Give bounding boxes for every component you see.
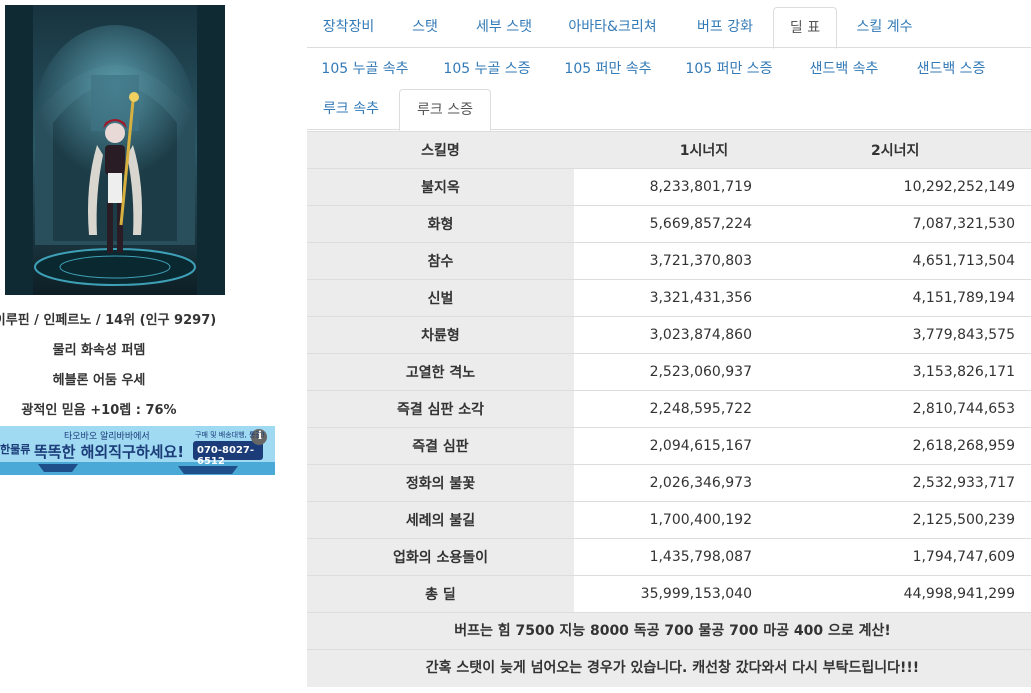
synergy2-value-cell: 1,794,747,609 bbox=[834, 538, 1031, 576]
profile-panel: 헤이루핀 / 인페르노 / 14위 (인구 9297) 물리 화속성 퍼뎀 헤블… bbox=[0, 0, 300, 693]
ad-brand: 한물류 bbox=[0, 443, 31, 456]
skill-name-cell: 화형 bbox=[307, 205, 574, 243]
table-row: 업화의 소용돌이 1,435,798,087 1,794,747,609 bbox=[307, 538, 1031, 576]
synergy2-value-cell: 3,153,826,171 bbox=[834, 353, 1031, 391]
info-icon[interactable]: i bbox=[255, 429, 265, 442]
tab-luke-sokchu[interactable]: 루크 속추 bbox=[307, 89, 395, 129]
ad-headline: 똑똑한 해외직구하세요! bbox=[34, 443, 185, 461]
table-row: 총 딜 35,999,153,040 44,998,941,299 bbox=[307, 575, 1031, 612]
column-header-synergy2: 2시너지 bbox=[834, 131, 1031, 169]
synergy2-value-cell: 7,087,321,530 bbox=[834, 205, 1031, 243]
tab-105-peoman-sokchu[interactable]: 105 퍼만 속추 bbox=[550, 49, 666, 89]
skill-name-cell: 총 딜 bbox=[307, 575, 574, 612]
synergy2-value-cell: 2,618,268,959 bbox=[834, 427, 1031, 465]
synergy1-value-cell: 35,999,153,040 bbox=[574, 575, 834, 612]
tab-105-peoman-seujeung[interactable]: 105 퍼만 스증 bbox=[671, 49, 787, 89]
table-row: 차륜형 3,023,874,860 3,779,843,575 bbox=[307, 316, 1031, 354]
synergy2-value-cell: 3,779,843,575 bbox=[834, 316, 1031, 354]
synergy1-value-cell: 8,233,801,719 bbox=[574, 168, 834, 206]
synergy2-value-cell: 4,651,713,504 bbox=[834, 242, 1031, 280]
tab-buff-enhance[interactable]: 버프 강화 bbox=[682, 7, 768, 47]
tab-sandbag-sokchu[interactable]: 샌드백 속추 bbox=[793, 49, 895, 89]
table-row: 불지옥 8,233,801,719 10,292,252,149 bbox=[307, 168, 1031, 206]
column-header-skill: 스킬명 bbox=[307, 131, 574, 169]
skill-name-cell: 신벌 bbox=[307, 279, 574, 317]
synergy2-value-cell: 2,125,500,239 bbox=[834, 501, 1031, 539]
tab-105-nugol-sokchu[interactable]: 105 누골 속추 bbox=[307, 49, 423, 89]
tab-sandbag-seujeung[interactable]: 샌드백 스증 bbox=[900, 49, 1002, 89]
buff-note: 버프는 힘 7500 지능 8000 독공 700 물공 700 마공 400 … bbox=[307, 612, 1031, 649]
table-row: 화형 5,669,857,224 7,087,321,530 bbox=[307, 205, 1031, 243]
synergy1-value-cell: 2,523,060,937 bbox=[574, 353, 834, 391]
skill-name-cell: 불지옥 bbox=[307, 168, 574, 206]
table-row: 고열한 격노 2,523,060,937 3,153,826,171 bbox=[307, 353, 1031, 391]
advertisement-banner[interactable]: 한물류 타오바오 알리바바에서 똑똑한 해외직구하세요! 구매 및 배송대행, … bbox=[0, 426, 275, 475]
skill-name-cell: 차륜형 bbox=[307, 316, 574, 354]
tab-divider bbox=[307, 47, 773, 48]
table-row: 신벌 3,321,431,356 4,151,789,194 bbox=[307, 279, 1031, 317]
server-rank-text: 헤이루핀 / 인페르노 / 14위 (인구 9297) bbox=[0, 313, 217, 328]
table-row: 세례의 불길 1,700,400,192 2,125,500,239 bbox=[307, 501, 1031, 539]
table-row: 즉결 심판 소각 2,248,595,722 2,810,744,653 bbox=[307, 390, 1031, 428]
synergy1-value-cell: 3,721,370,803 bbox=[574, 242, 834, 280]
skill-name-cell: 참수 bbox=[307, 242, 574, 280]
synergy1-value-cell: 3,321,431,356 bbox=[574, 279, 834, 317]
column-header-synergy1: 1시너지 bbox=[574, 131, 834, 169]
synergy2-value-cell: 2,532,933,717 bbox=[834, 464, 1031, 502]
notes-section: 버프는 힘 7500 지능 8000 독공 700 물공 700 마공 400 … bbox=[307, 612, 1031, 687]
synergy1-value-cell: 2,094,615,167 bbox=[574, 427, 834, 465]
synergy1-value-cell: 1,435,798,087 bbox=[574, 538, 834, 576]
table-row: 즉결 심판 2,094,615,167 2,618,268,959 bbox=[307, 427, 1031, 465]
tab-skill-coefficient[interactable]: 스킬 계수 bbox=[842, 7, 927, 47]
synergy2-value-cell: 2,810,744,653 bbox=[834, 390, 1031, 428]
skill-name-cell: 고열한 격노 bbox=[307, 353, 574, 391]
skill-name-cell: 세례의 불길 bbox=[307, 501, 574, 539]
tab-divider bbox=[773, 47, 1031, 48]
character-portrait bbox=[5, 5, 225, 295]
tab-divider bbox=[491, 129, 1031, 130]
synergy2-value-cell: 10,292,252,149 bbox=[834, 168, 1031, 206]
skill-name-cell: 업화의 소용돌이 bbox=[307, 538, 574, 576]
tab-luke-seujeung[interactable]: 루크 스증 bbox=[399, 89, 491, 131]
skill-name-cell: 정화의 불꽃 bbox=[307, 464, 574, 502]
table-row: 정화의 불꽃 2,026,346,973 2,532,933,717 bbox=[307, 464, 1031, 502]
ad-phone: 070-8027-6512 bbox=[197, 445, 255, 467]
warning-note: 간혹 스탯이 늦게 넘어오는 경우가 있습니다. 캐선창 갔다와서 다시 부탁드… bbox=[307, 649, 1031, 687]
synergy1-value-cell: 2,026,346,973 bbox=[574, 464, 834, 502]
dungeon-element-text: 헤블론 어둠 우세 bbox=[52, 373, 146, 388]
table-row: 참수 3,721,370,803 4,651,713,504 bbox=[307, 242, 1031, 280]
skill-name-cell: 즉결 심판 소각 bbox=[307, 390, 574, 428]
tab-divider bbox=[307, 129, 399, 130]
damage-type-text: 물리 화속성 퍼뎀 bbox=[52, 343, 146, 358]
skill-name-cell: 즉결 심판 bbox=[307, 427, 574, 465]
skill-level-text: 광적인 믿음 +10렙 : 76% bbox=[21, 403, 177, 418]
table-header-row: 스킬명 1시너지 2시너지 bbox=[307, 131, 1031, 169]
synergy1-value-cell: 2,248,595,722 bbox=[574, 390, 834, 428]
synergy1-value-cell: 3,023,874,860 bbox=[574, 316, 834, 354]
synergy2-value-cell: 44,998,941,299 bbox=[834, 575, 1031, 612]
tab-equipment[interactable]: 장착장비 bbox=[307, 7, 390, 47]
tab-stats[interactable]: 스탯 bbox=[395, 7, 455, 47]
synergy1-value-cell: 5,669,857,224 bbox=[574, 205, 834, 243]
tab-detail-stats[interactable]: 세부 스탯 bbox=[462, 7, 546, 47]
damage-table: 스킬명 1시너지 2시너지 불지옥 8,233,801,719 10,292,252… bbox=[307, 131, 1031, 612]
tab-105-nugol-seujeung[interactable]: 105 누골 스증 bbox=[429, 49, 545, 89]
synergy1-value-cell: 1,700,400,192 bbox=[574, 501, 834, 539]
tab-damage-table[interactable]: 딜 표 bbox=[773, 7, 837, 49]
synergy2-value-cell: 4,151,789,194 bbox=[834, 279, 1031, 317]
tab-avatar-creature[interactable]: 아바타&크리쳐 bbox=[555, 7, 670, 47]
